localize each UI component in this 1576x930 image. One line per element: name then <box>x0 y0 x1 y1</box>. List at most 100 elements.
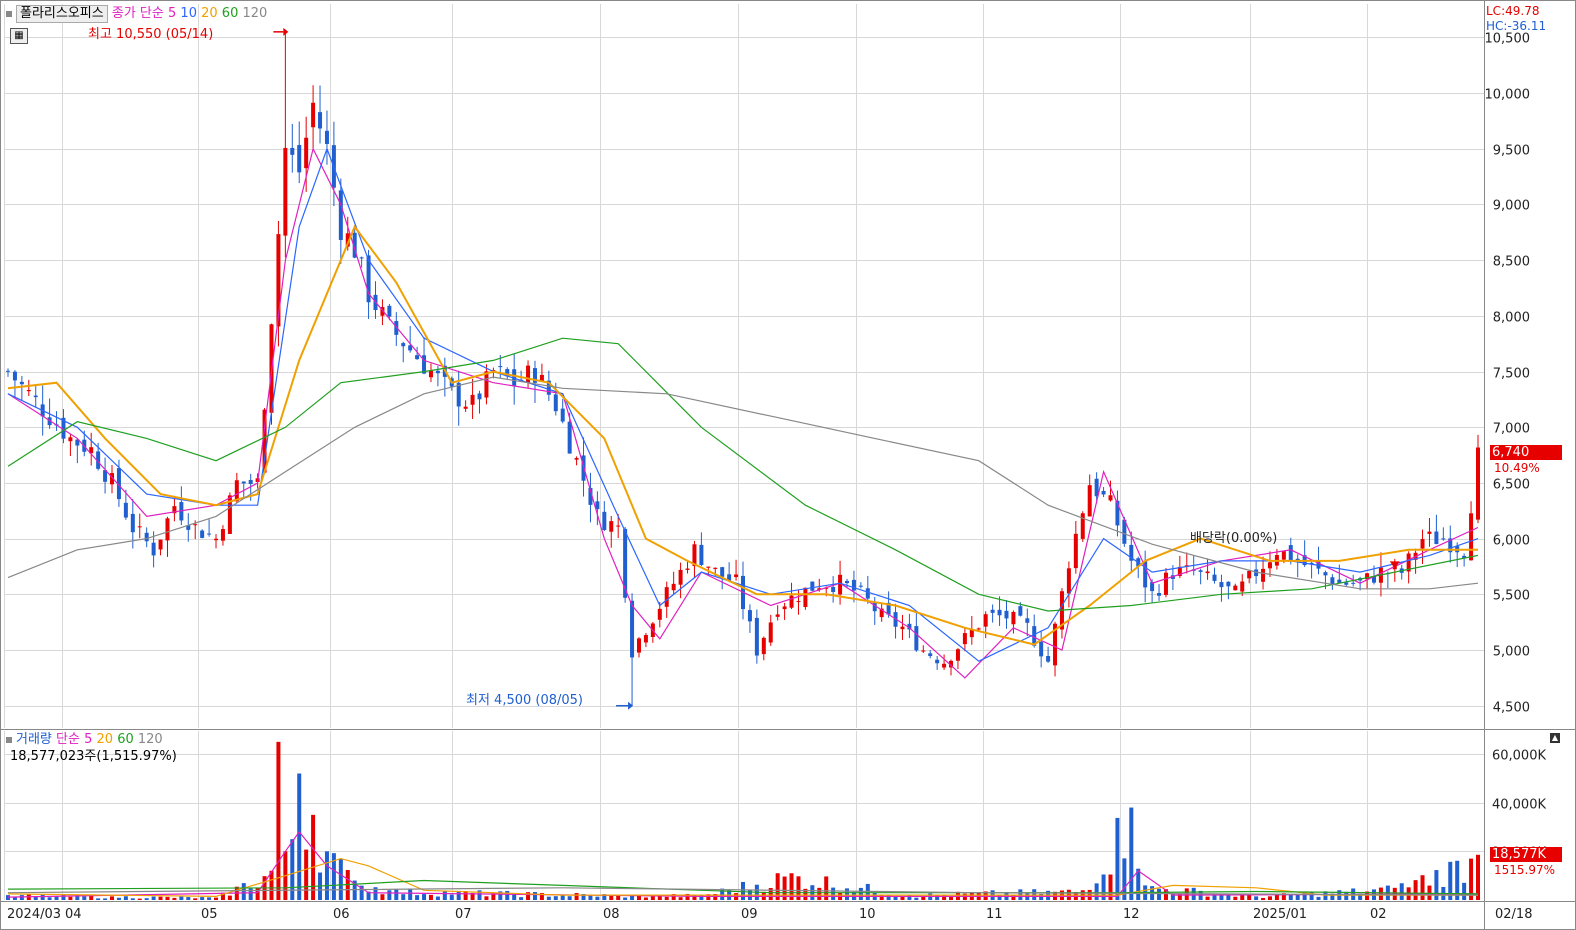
volume-bar <box>304 849 309 900</box>
price-volume-chart[interactable]: 4,500 5,000 5,500 6,000 6,500 7,000 7,500 8,000… <box>0 0 1576 930</box>
candle-body <box>678 569 683 585</box>
candle-body <box>1039 641 1044 657</box>
candle-body <box>130 513 135 533</box>
volume-bar <box>241 883 246 900</box>
volume-bar <box>380 894 385 900</box>
candle-body <box>151 542 156 556</box>
volume-bar <box>1295 894 1300 900</box>
price-panel-header: 폴라리스오피스 종가 단순 5 10 20 60 120 <box>6 5 267 23</box>
candle-body <box>782 606 787 610</box>
candle-body <box>976 628 981 630</box>
candle-body <box>754 617 759 656</box>
volume-bar <box>130 898 135 900</box>
volume-bars-group <box>6 741 1480 900</box>
ma60-label[interactable]: 60 <box>222 6 239 21</box>
candle-body <box>200 530 205 538</box>
volume-value: 18,577,023주(1,515.97%) <box>10 749 177 764</box>
candle-body <box>657 608 662 620</box>
candle-body <box>1066 568 1071 594</box>
candle-body <box>1247 571 1252 579</box>
volume-bar <box>1316 896 1321 900</box>
price-tick-label: 5,000 <box>1493 645 1530 660</box>
volume-bar <box>408 888 413 900</box>
ma120-label[interactable]: 120 <box>242 6 267 21</box>
candle-body <box>137 526 142 528</box>
volume-bar <box>1254 896 1259 900</box>
candle-body <box>484 371 489 398</box>
candle-body <box>1073 533 1078 569</box>
candle-body <box>1261 568 1266 582</box>
volume-tick-label: 60,000K <box>1492 749 1546 764</box>
candle-body <box>207 533 212 535</box>
candle-body <box>234 480 239 502</box>
candle-body <box>831 587 836 593</box>
volume-bar <box>831 887 836 900</box>
candle-body <box>789 595 794 608</box>
candle-body <box>193 524 198 526</box>
volume-bar <box>1157 888 1162 900</box>
volume-title[interactable]: 거래량 <box>16 732 52 747</box>
panel-menu-icon[interactable] <box>6 10 12 17</box>
ma-title: 종가 단순 <box>111 6 164 21</box>
candle-body <box>318 112 323 129</box>
volume-bar <box>664 896 669 900</box>
candle-body <box>144 532 149 542</box>
vma60-label[interactable]: 60 <box>117 732 134 747</box>
volume-bar <box>1476 854 1480 900</box>
time-tick-label: 06 <box>333 907 350 922</box>
price-tick-label: 4,500 <box>1493 701 1530 716</box>
volume-bar <box>290 839 295 900</box>
candle-body <box>685 568 690 570</box>
volume-bar <box>123 896 128 900</box>
volume-bar <box>401 894 406 900</box>
candle-body <box>803 587 808 608</box>
volume-bar <box>1205 896 1210 900</box>
dividend-annotation: 배당락(0.00%) <box>1190 531 1278 546</box>
candle-body <box>1018 606 1023 616</box>
candle-body <box>609 521 614 532</box>
volume-bar <box>387 890 392 900</box>
volume-bar <box>532 891 537 900</box>
candle-body <box>747 610 752 622</box>
candle-body <box>935 659 940 664</box>
volume-bar <box>1274 894 1279 900</box>
candle-body <box>470 394 475 405</box>
volume-bar <box>311 814 316 900</box>
ma20-label[interactable]: 20 <box>201 6 218 21</box>
candle-body <box>983 614 988 627</box>
volume-bar <box>186 897 191 900</box>
volume-bar <box>200 897 205 900</box>
volume-bar <box>1267 896 1272 900</box>
vma120-label[interactable]: 120 <box>138 732 163 747</box>
candle-body <box>1323 572 1328 576</box>
volume-menu-icon[interactable] <box>6 736 12 743</box>
candle-body <box>33 395 38 398</box>
volume-bar <box>442 891 447 900</box>
candle-body <box>297 145 302 173</box>
price-tick-label: 8,500 <box>1493 255 1530 270</box>
candle-body <box>526 365 531 383</box>
candle-body <box>26 390 31 392</box>
volume-bar <box>394 889 399 900</box>
volume-bar <box>1288 894 1293 900</box>
candle-body <box>810 581 815 591</box>
candle-body <box>616 525 621 527</box>
collapse-icon[interactable]: ▲ <box>1550 733 1560 743</box>
vma5-label[interactable]: 5 <box>84 732 92 747</box>
candle-body <box>387 305 392 317</box>
volume-bar <box>546 896 551 900</box>
candle-body <box>1351 582 1356 584</box>
ma10-label[interactable]: 10 <box>180 6 197 21</box>
time-tick-label: 08 <box>603 907 620 922</box>
price-tick-label: 6,500 <box>1493 478 1530 493</box>
candle-body <box>12 371 17 381</box>
stock-name[interactable]: 폴라리스오피스 <box>16 5 108 23</box>
candle-body <box>1476 447 1480 520</box>
table-icon[interactable]: ▦ <box>10 28 28 44</box>
volume-bar <box>68 896 73 900</box>
price-tick-label: 5,500 <box>1493 589 1530 604</box>
candle-body <box>713 567 718 569</box>
vma20-label[interactable]: 20 <box>97 732 114 747</box>
price-tick-label: 10,500 <box>1485 32 1531 47</box>
ma5-label[interactable]: 5 <box>168 6 176 21</box>
